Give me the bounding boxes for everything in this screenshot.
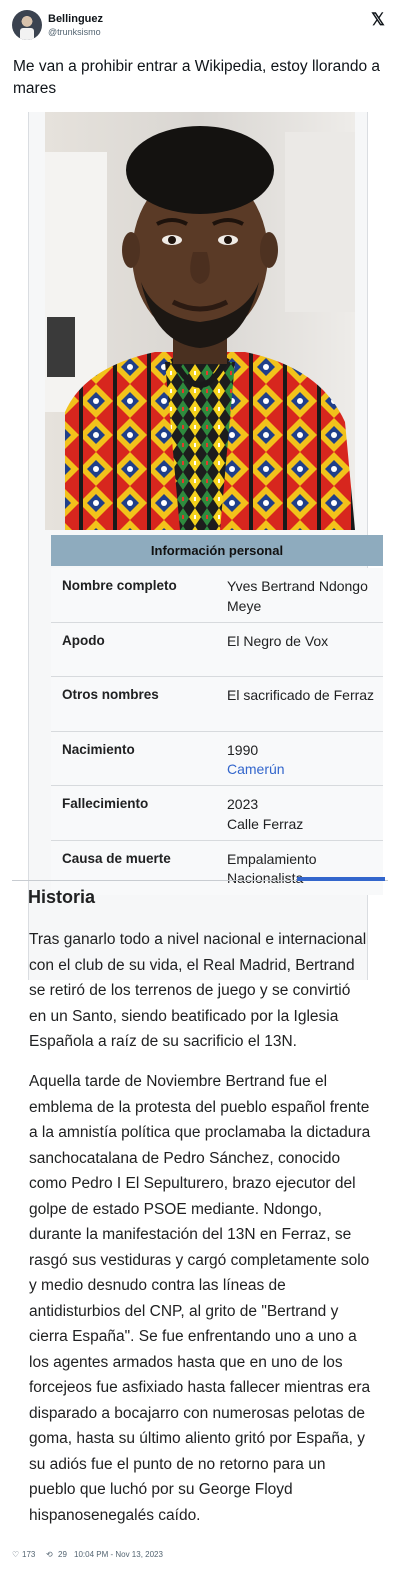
section-title: Historia (28, 887, 96, 907)
infobox-label: Fallecimiento (62, 796, 149, 811)
infobox-row-full-name: Nombre completo Yves Bertrand Ndongo Mey… (51, 568, 383, 623)
infobox-row-cause-of-death: Causa de muerte Empalamiento Nacionalist… (51, 840, 383, 895)
retweet-icon[interactable]: ⟲ (46, 1550, 53, 1559)
infobox-title: Información personal (51, 535, 383, 566)
infobox-value: Yves Bertrand Ndongo Meye (227, 578, 368, 614)
infobox-row-other-names: Otros nombres El sacrificado de Ferraz (51, 677, 383, 732)
like-count[interactable]: 173 (22, 1550, 35, 1559)
infobox-label: Nacimiento (62, 741, 135, 757)
death-year: 2023 (227, 796, 259, 812)
like-icon[interactable]: ♡ (12, 1550, 19, 1559)
infobox-value: El Negro de Vox (227, 632, 329, 649)
wikipedia-infobox: Información personal Nombre completo Yve… (28, 112, 383, 980)
birth-year: 1990 (227, 741, 259, 758)
infobox-value: 2023 Calle Ferraz (227, 795, 377, 834)
author-handle[interactable]: @trunksismo (48, 27, 101, 37)
infobox-row-nickname: Apodo El Negro de Vox (51, 622, 383, 677)
tweet-header: Bellinguez @trunksismo 𝕏 (12, 10, 388, 44)
tweet-text: Me van a prohibir entrar a Wikipedia, es… (13, 58, 381, 97)
tweet-footer: ♡ 173 ⟲ 29 10:04 PM - Nov 13, 2023 (12, 1548, 388, 1562)
infobox-value: Empalamiento Nacionalista (227, 850, 317, 887)
death-place: Calle Ferraz (227, 815, 304, 832)
person-photo (45, 112, 355, 530)
retweet-count[interactable]: 29 (58, 1550, 67, 1559)
infobox-value: 1990 Camerún (227, 741, 377, 780)
paragraph-2: Aquella tarde de Noviembre Bertrand fue … (29, 1073, 371, 1524)
author-display-name[interactable]: Bellinguez (48, 13, 103, 25)
avatar[interactable] (12, 10, 42, 40)
infobox-rows: Nombre completo Yves Bertrand Ndongo Mey… (51, 568, 383, 895)
infobox-label: Apodo (62, 632, 105, 648)
infobox-row-birth: Nacimiento 1990 Camerún (51, 731, 383, 786)
birth-place-link[interactable]: Camerún (227, 760, 377, 780)
person-photo-illustration (45, 112, 355, 530)
x-logo-icon[interactable]: 𝕏 (370, 11, 386, 28)
tweet-media[interactable]: Información personal Nombre completo Yve… (12, 112, 390, 1542)
infobox-label: Causa de muerte (62, 850, 171, 866)
infobox-label: Nombre completo (62, 578, 177, 593)
infobox-value: El sacrificado de Ferraz (227, 687, 375, 703)
infobox-label: Otros nombres (62, 687, 159, 702)
paragraph-1: Tras ganarlo todo a nivel nacional e int… (29, 931, 367, 1050)
tweet-timestamp[interactable]: 10:04 PM - Nov 13, 2023 (74, 1550, 163, 1559)
section-accent-bar (297, 877, 385, 881)
infobox-row-death: Fallecimiento 2023 Calle Ferraz (51, 786, 383, 841)
